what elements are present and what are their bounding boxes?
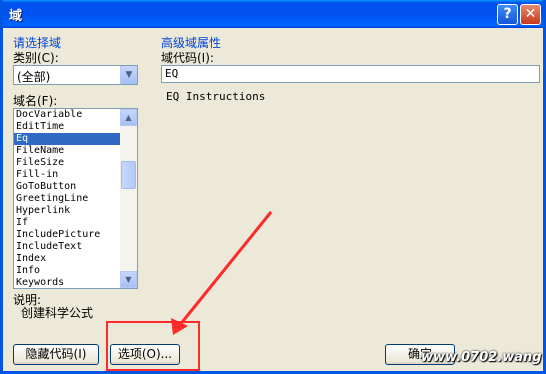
annotation-highlight-box [106, 321, 200, 371]
watermark: www.0702.wang [421, 350, 542, 365]
field-dialog: 域 ? ✕ 请选择域 类别(C): (全部) ▼ 域名(F): DocVaria… [0, 0, 546, 374]
annotation-arrow [171, 211, 273, 335]
